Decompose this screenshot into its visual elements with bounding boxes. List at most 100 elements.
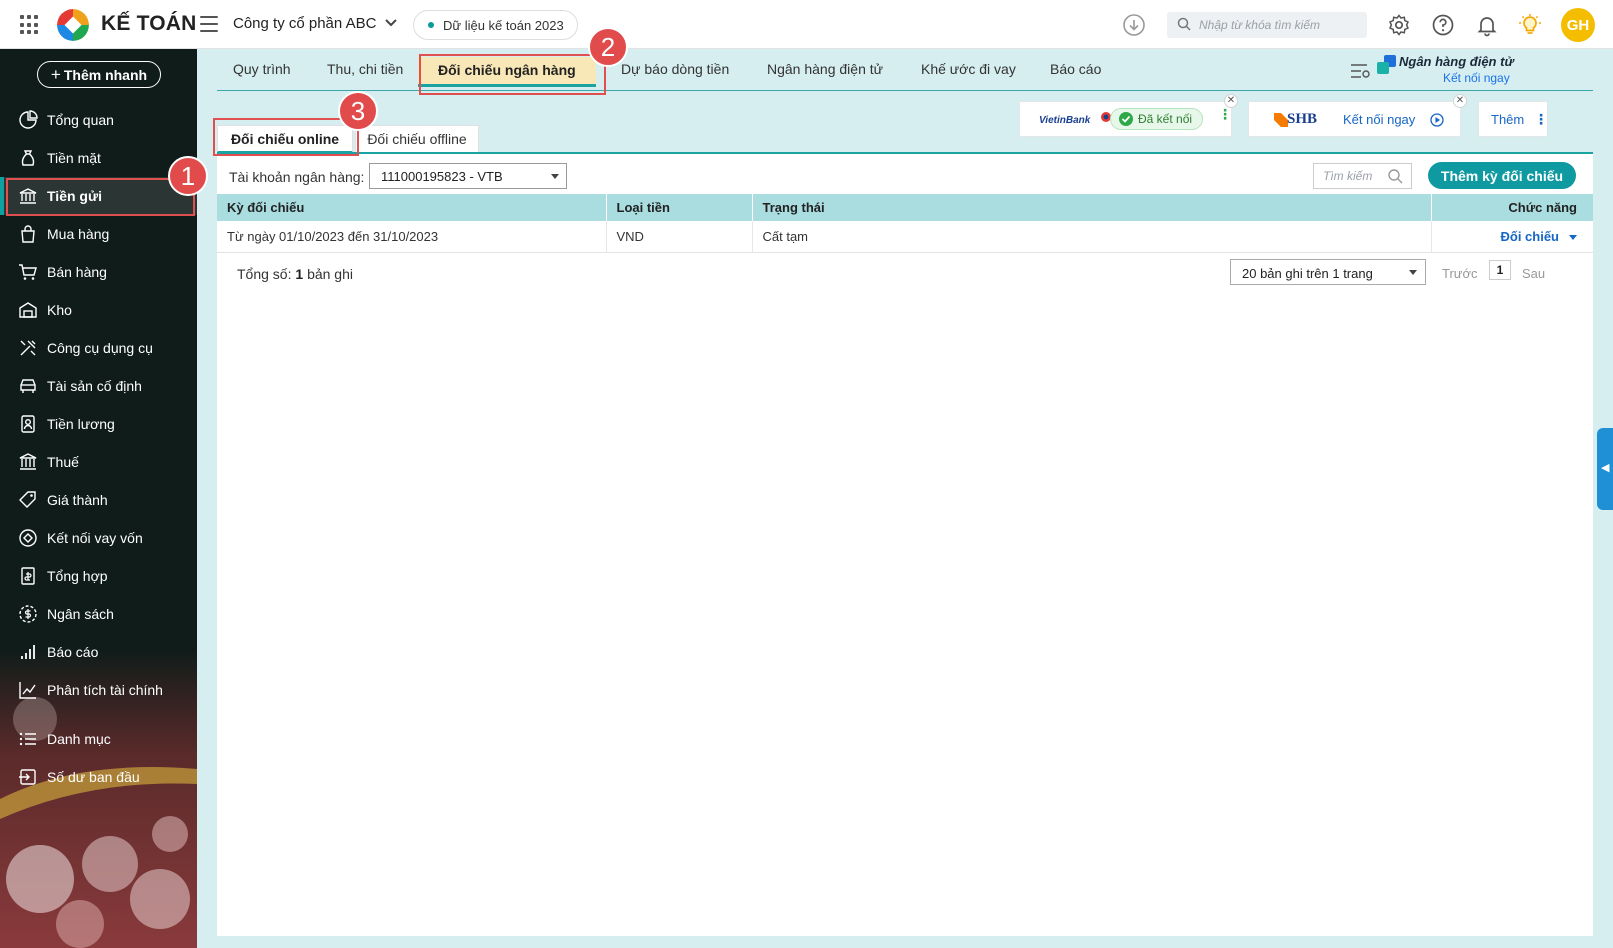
play-circle-icon[interactable] xyxy=(1430,113,1444,127)
data-scope-selector[interactable]: Dữ liệu kế toán 2023 xyxy=(413,10,578,40)
apps-grid-icon[interactable] xyxy=(20,15,40,35)
sidebar-item-label: Phân tích tài chính xyxy=(47,682,163,698)
reconcile-action-link[interactable]: Đối chiếu xyxy=(1500,229,1559,244)
shb-connect-link[interactable]: Kết nối ngay xyxy=(1343,112,1415,127)
ebank-logo-icon xyxy=(1377,55,1396,74)
sidebar-item-label: Công cụ dụng cụ xyxy=(47,340,153,356)
add-period-button[interactable]: Thêm kỳ đối chiếu xyxy=(1428,162,1576,189)
help-icon[interactable] xyxy=(1431,13,1455,37)
step-badge-3: 3 xyxy=(338,91,378,131)
global-search[interactable] xyxy=(1167,12,1367,38)
table-search[interactable] xyxy=(1313,163,1412,189)
side-panel-toggle[interactable]: ◀ xyxy=(1597,428,1613,510)
action-dropdown-icon[interactable] xyxy=(1569,234,1577,240)
sidebar-item-thue[interactable]: Thuế xyxy=(0,443,197,481)
sidebar-item-bao-cao[interactable]: Báo cáo xyxy=(0,633,197,671)
tab-quy-trinh[interactable]: Quy trình xyxy=(233,61,291,77)
caret-down-icon xyxy=(1409,270,1417,275)
sidebar-item-label: Kho xyxy=(47,302,72,318)
sidebar-item-tien-gui[interactable]: Tiền gửi xyxy=(0,177,197,215)
sidebar-item-vay-von[interactable]: Kết nối vay vốn xyxy=(0,519,197,557)
subtab-doi-chieu-offline[interactable]: Đối chiếu offline xyxy=(355,125,479,152)
cell-status: Cất tạm xyxy=(752,221,1432,253)
quick-add-button[interactable]: + Thêm nhanh xyxy=(37,61,161,88)
settings-gear-icon[interactable] xyxy=(1387,13,1411,37)
price-tag-icon xyxy=(19,491,36,508)
sidebar-item-label: Tiền lương xyxy=(47,416,115,432)
sidebar-item-cong-cu[interactable]: Công cụ dụng cụ xyxy=(0,329,197,367)
sidebar-item-tong-quan[interactable]: Tổng quan xyxy=(0,101,197,139)
sidebar-item-phan-tich[interactable]: Phân tích tài chính xyxy=(0,671,197,709)
sidebar-item-label: Số dư ban đầu xyxy=(47,769,140,785)
shb-close-icon[interactable]: ✕ xyxy=(1453,94,1467,108)
column-header-currency[interactable]: Loại tiền xyxy=(606,194,753,221)
sidebar-item-tai-san[interactable]: Tài sản cố định xyxy=(0,367,197,405)
lightbulb-icon[interactable] xyxy=(1518,13,1542,37)
sidebar-item-danh-muc[interactable]: Danh mục xyxy=(0,720,197,758)
sidebar-item-label: Thuế xyxy=(47,454,79,470)
table-row[interactable]: Từ ngày 01/10/2023 đến 31/10/2023 VND Cấ… xyxy=(217,221,1593,253)
menu-toggle-icon[interactable] xyxy=(200,16,218,32)
data-scope-label: Dữ liệu kế toán 2023 xyxy=(443,17,564,33)
tab-settings-icon[interactable] xyxy=(1350,61,1372,81)
caret-down-icon xyxy=(551,174,559,179)
sidebar-item-label: Ngân sách xyxy=(47,606,114,622)
tab-du-bao-dong-tien[interactable]: Dự báo dòng tiền xyxy=(621,61,729,77)
sidebar-item-label: Tài sản cố định xyxy=(47,378,142,394)
tab-khe-uoc-di-vay[interactable]: Khế ước đi vay xyxy=(921,61,1016,77)
tab-bao-cao[interactable]: Báo cáo xyxy=(1050,61,1101,77)
company-name[interactable]: Công ty cổ phần ABC xyxy=(233,15,376,32)
notification-bell-icon[interactable] xyxy=(1475,13,1499,37)
vietinbank-more-icon[interactable]: ⋮ xyxy=(1218,107,1232,121)
table-search-input[interactable] xyxy=(1323,169,1385,183)
connected-status-badge: Đã kết nối xyxy=(1110,108,1204,130)
subtab-doi-chieu-online[interactable]: Đối chiếu online xyxy=(217,125,353,153)
sidebar-item-gia-thanh[interactable]: Giá thành xyxy=(0,481,197,519)
vietinbank-close-icon[interactable]: ✕ xyxy=(1224,94,1238,108)
page-size-select[interactable]: 20 bản ghi trên 1 trang xyxy=(1230,259,1426,285)
cell-period: Từ ngày 01/10/2023 đến 31/10/2023 xyxy=(217,221,607,253)
payroll-icon xyxy=(21,415,35,433)
sidebar-item-label: Báo cáo xyxy=(47,644,99,660)
search-icon xyxy=(1388,169,1403,184)
sidebar-item-kho[interactable]: Kho xyxy=(0,291,197,329)
vietinbank-card: VietinBank Đã kết nối ⋮ ✕ xyxy=(1019,94,1238,137)
download-icon[interactable] xyxy=(1122,13,1146,37)
sidebar-item-label: Kết nối vay vốn xyxy=(47,530,143,546)
budget-icon xyxy=(19,605,37,623)
sidebar-item-so-du[interactable]: Số dư ban đầu xyxy=(0,758,197,796)
tab-doi-chieu-ngan-hang[interactable]: Đối chiếu ngân hàng xyxy=(418,57,596,87)
column-header-period[interactable]: Kỳ đối chiếu xyxy=(217,194,607,221)
plus-icon: + xyxy=(50,64,61,84)
global-search-input[interactable] xyxy=(1199,16,1359,34)
bank-account-select[interactable]: 111000195823 - VTB xyxy=(369,163,567,189)
next-page-button[interactable]: Sau xyxy=(1522,266,1545,281)
opening-balance-icon xyxy=(19,769,36,785)
column-header-status[interactable]: Trạng thái xyxy=(752,194,1432,221)
ebank-connect-link[interactable]: Kết nối ngay xyxy=(1443,71,1510,85)
total-prefix: Tổng số: xyxy=(237,266,292,282)
sidebar-item-tien-luong[interactable]: Tiền lương xyxy=(0,405,197,443)
cash-bag-icon xyxy=(21,150,35,166)
prev-page-button[interactable]: Trước xyxy=(1442,266,1478,281)
tab-thu-chi-tien[interactable]: Thu, chi tiền xyxy=(327,61,403,77)
step-badge-2: 2 xyxy=(588,27,628,67)
sidebar-item-ngan-sach[interactable]: Ngân sách xyxy=(0,595,197,633)
total-suffix: bản ghi xyxy=(307,266,353,282)
chevron-left-icon: ◀ xyxy=(1601,462,1610,474)
record-total: Tổng số: 1 bản ghi xyxy=(237,266,353,282)
car-icon xyxy=(20,379,36,393)
chevron-down-icon[interactable] xyxy=(382,14,400,32)
current-page[interactable]: 1 xyxy=(1489,260,1511,280)
bank-account-value: 111000195823 - VTB xyxy=(381,169,503,184)
tab-ngan-hang-dien-tu[interactable]: Ngân hàng điện tử xyxy=(767,61,883,77)
sidebar-item-mua-hang[interactable]: Mua hàng xyxy=(0,215,197,253)
sidebar-item-ban-hang[interactable]: Bán hàng xyxy=(0,253,197,291)
list-icon xyxy=(19,732,36,746)
sidebar-item-tong-hop[interactable]: Tổng hợp xyxy=(0,557,197,595)
shopping-bag-icon xyxy=(21,225,35,243)
user-avatar[interactable]: GH xyxy=(1561,8,1595,42)
cart-icon xyxy=(19,264,37,280)
more-banks-card[interactable]: Thêm ⋮ xyxy=(1478,101,1548,137)
reconciliation-table: Kỳ đối chiếu Loại tiền Trạng thái Chức n… xyxy=(217,194,1593,253)
